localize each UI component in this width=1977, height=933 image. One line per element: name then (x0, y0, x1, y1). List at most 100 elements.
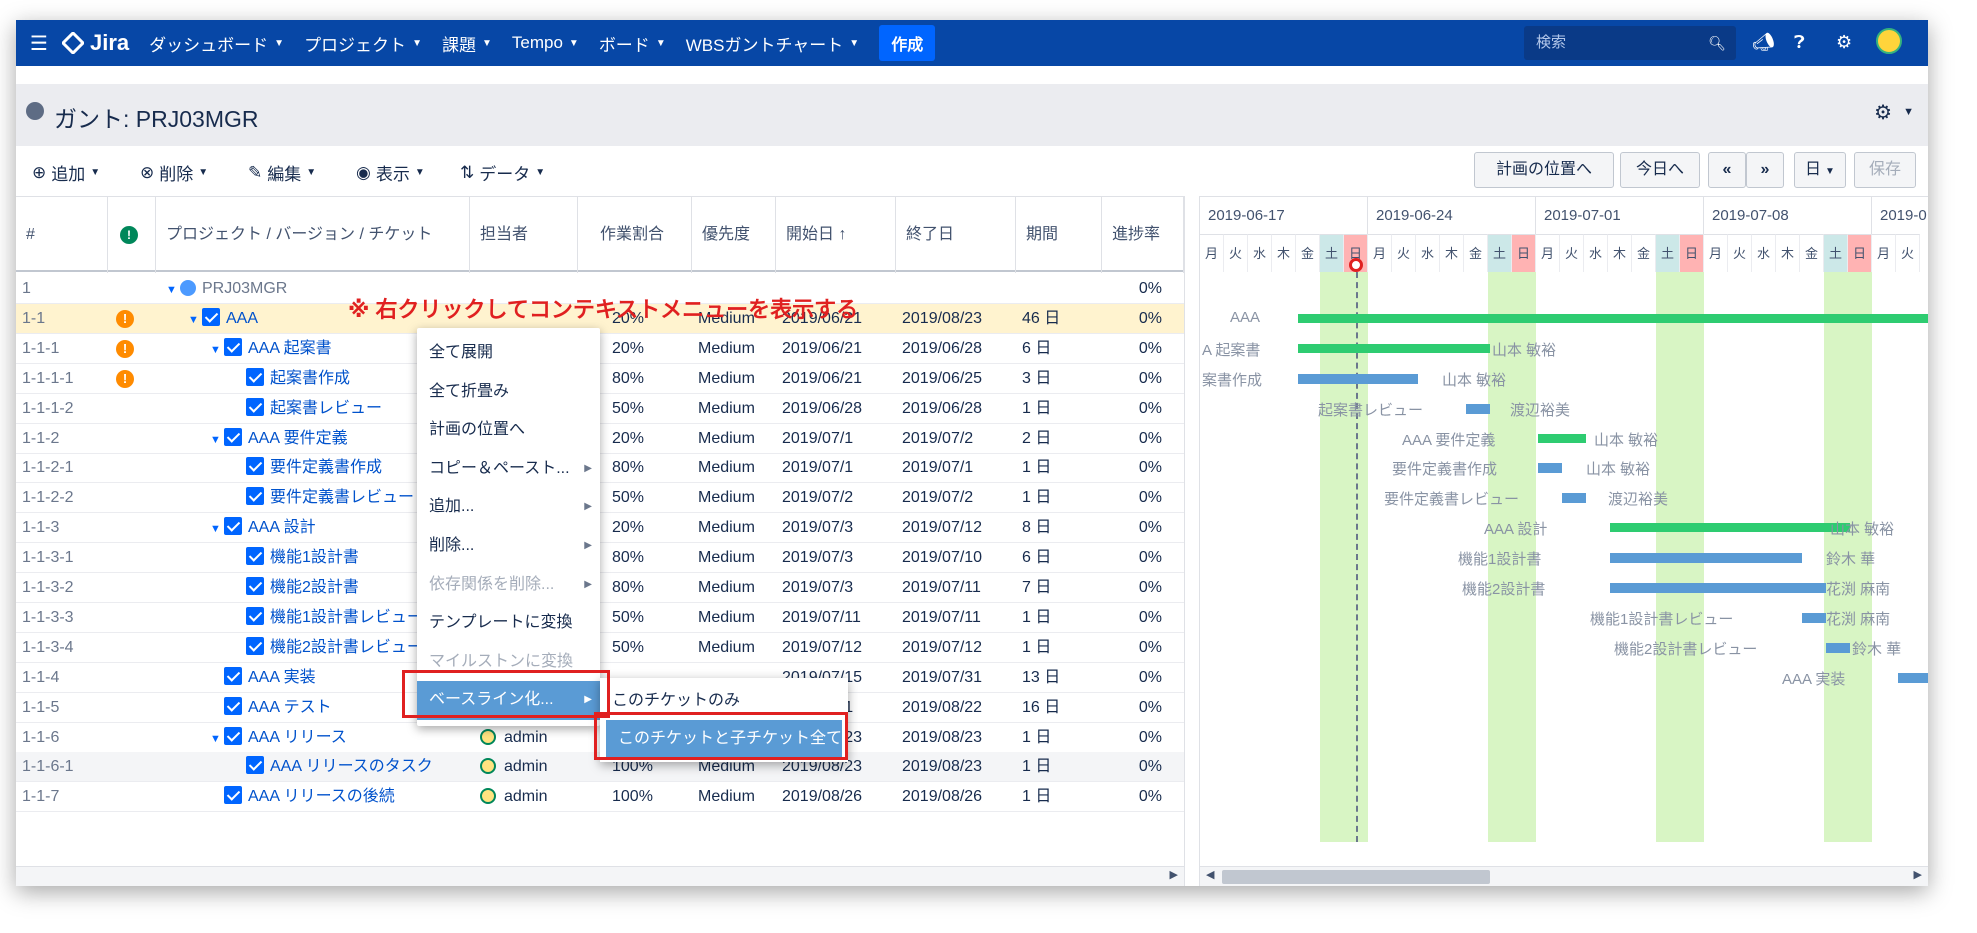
add-menu-button[interactable]: ⊕ 追加 ▼ (32, 160, 100, 185)
row-progress[interactable]: 0% (1102, 663, 1162, 693)
megaphone-icon[interactable]: 📣︎ (1752, 32, 1775, 53)
row-priority[interactable]: Medium (698, 334, 778, 364)
scroll-left-icon[interactable]: ◀ (1206, 868, 1214, 881)
grid-gantt-splitter[interactable] (1184, 196, 1200, 886)
row-start-date[interactable]: 2019/06/28 (782, 394, 896, 424)
table-row[interactable]: 1-1-2-1 要件定義書作成 80% Medium 2019/07/1 2019/07/… (16, 453, 1184, 484)
task-checkbox-icon[interactable] (246, 397, 264, 416)
row-progress[interactable]: 0% (1102, 513, 1162, 543)
row-duration[interactable]: 3 日 (1022, 364, 1102, 394)
row-title[interactable]: PRJ03MGR (202, 280, 287, 297)
task-checkbox-icon[interactable] (246, 367, 264, 386)
task-checkbox-icon[interactable] (224, 666, 242, 685)
table-row[interactable]: 1-1-1! ▼ AAA 起案書 20% Medium 2019/06/21 2019/06… (16, 334, 1184, 364)
row-progress[interactable]: 0% (1102, 424, 1162, 454)
row-duration[interactable]: 1 日 (1022, 752, 1102, 782)
row-title-cell[interactable]: ▼ AAA リリース (210, 723, 466, 753)
row-end-date[interactable]: 2019/07/10 (902, 543, 1016, 573)
row-title[interactable]: AAA リリースのタスク (270, 758, 433, 775)
row-duration[interactable] (1022, 274, 1102, 304)
row-end-date[interactable]: 2019/07/11 (902, 573, 1016, 603)
row-end-date[interactable]: 2019/07/12 (902, 633, 1016, 663)
row-title[interactable]: 起案書レビュー (270, 400, 382, 417)
task-checkbox-icon[interactable] (224, 726, 242, 745)
row-progress[interactable]: 0% (1102, 633, 1162, 663)
row-end-date[interactable]: 2019/07/2 (902, 424, 1016, 454)
row-title[interactable]: 要件定義書作成 (270, 459, 382, 476)
search-input[interactable]: 検索 🔍︎ (1524, 26, 1736, 60)
row-title[interactable]: AAA 要件定義 (248, 430, 348, 447)
task-checkbox-icon[interactable] (202, 307, 220, 326)
scroll-right-icon[interactable]: ▶ (1170, 868, 1178, 881)
gantt-summary-bar[interactable] (1610, 523, 1850, 533)
col-work-ratio[interactable]: 作業割合 (578, 197, 692, 273)
row-progress[interactable]: 0% (1102, 334, 1162, 364)
row-start-date[interactable]: 2019/07/1 (782, 424, 896, 454)
delete-menu-button[interactable]: ⊗ 削除 ▼ (140, 160, 208, 185)
row-end-date[interactable]: 2019/06/25 (902, 364, 1016, 394)
col-assignee[interactable]: 担当者 (470, 197, 578, 273)
gantt-task-bar[interactable] (1466, 403, 1490, 414)
row-start-date[interactable]: 2019/07/11 (782, 603, 896, 633)
row-duration[interactable]: 1 日 (1022, 633, 1102, 663)
row-end-date[interactable]: 2019/08/23 (902, 304, 1016, 334)
row-work-ratio[interactable]: 80% (612, 453, 692, 483)
task-checkbox-icon[interactable] (246, 756, 264, 775)
grid-horizontal-scrollbar[interactable]: ▶ (16, 866, 1184, 886)
settings-gear-icon[interactable]: ⚙ (1836, 32, 1852, 53)
row-priority[interactable]: Medium (698, 543, 778, 573)
table-row[interactable]: 1-1-1-2 起案書レビュー 50% Medium 2019/06/28 2019/06… (16, 394, 1184, 424)
row-start-date[interactable]: 2019/07/2 (782, 483, 896, 513)
chevron-down-icon[interactable]: ▼ (1903, 106, 1914, 118)
row-work-ratio[interactable]: 50% (612, 394, 692, 424)
row-work-ratio[interactable]: 50% (612, 483, 692, 513)
row-start-date[interactable]: 2019/06/21 (782, 364, 896, 394)
help-icon[interactable]: ❓︎ (1794, 32, 1805, 53)
col-progress[interactable]: 進捗率 (1102, 197, 1184, 273)
row-end-date[interactable]: 2019/07/1 (902, 453, 1016, 483)
task-checkbox-icon[interactable] (224, 337, 242, 356)
row-priority[interactable]: Medium (698, 573, 778, 603)
nav-tempo[interactable]: Tempo ▼ (512, 33, 579, 53)
table-row[interactable]: 1-1-3-2 機能2設計書 80% Medium 2019/07/3 2019/07/1… (16, 573, 1184, 603)
row-start-date[interactable]: 2019/07/3 (782, 513, 896, 543)
expand-toggle-icon[interactable]: ▼ (210, 336, 224, 364)
row-priority[interactable]: Medium (698, 513, 778, 543)
table-row[interactable]: 1-1-3-3 機能1設計書レビュー 50% Medium 2019/07/11 2019… (16, 603, 1184, 633)
gantt-summary-bar[interactable] (1538, 433, 1586, 443)
row-title[interactable]: 要件定義書レビュー (270, 489, 414, 506)
table-row[interactable]: 1-1-2 ▼ AAA 要件定義 20% Medium 2019/07/1 2019/07/… (16, 424, 1184, 454)
row-title-cell[interactable]: AAA リリースのタスク (232, 752, 466, 782)
row-priority[interactable]: Medium (698, 782, 778, 812)
row-end-date[interactable] (902, 274, 1016, 304)
row-end-date[interactable]: 2019/07/31 (902, 663, 1016, 693)
row-duration[interactable]: 7 日 (1022, 573, 1102, 603)
gantt-horizontal-scrollbar[interactable]: ◀ ▶ (1200, 866, 1928, 886)
user-avatar[interactable] (1876, 28, 1902, 59)
nav-wbs-gantt[interactable]: WBSガントチャート ▼ (686, 31, 859, 56)
row-priority[interactable]: Medium (698, 483, 778, 513)
row-end-date[interactable]: 2019/07/2 (902, 483, 1016, 513)
row-duration[interactable]: 8 日 (1022, 513, 1102, 543)
row-progress[interactable]: 0% (1102, 543, 1162, 573)
gear-icon[interactable]: ⚙ (1874, 100, 1892, 125)
row-progress[interactable]: 0% (1102, 782, 1162, 812)
row-end-date[interactable]: 2019/07/11 (902, 603, 1016, 633)
row-title-cell[interactable]: AAA リリースの後続 (210, 782, 466, 812)
row-title[interactable]: AAA リリースの後続 (248, 788, 395, 805)
row-start-date[interactable]: 2019/07/3 (782, 543, 896, 573)
row-duration[interactable]: 6 日 (1022, 543, 1102, 573)
row-end-date[interactable]: 2019/08/23 (902, 752, 1016, 782)
gantt-task-bar[interactable] (1610, 553, 1802, 564)
expand-toggle-icon[interactable]: ▼ (166, 276, 180, 304)
menu-collapse-all[interactable]: 全て折畳み (417, 373, 600, 412)
col-start-date[interactable]: 開始日 ↑ (776, 197, 896, 273)
col-number[interactable]: # (16, 197, 108, 273)
today-button[interactable]: 今日へ (1620, 152, 1700, 188)
row-progress[interactable]: 0% (1102, 304, 1162, 334)
menu-add[interactable]: 追加... ▶ (417, 488, 600, 527)
gantt-task-bar[interactable] (1826, 642, 1850, 653)
row-title[interactable]: 機能2設計書 (270, 579, 359, 596)
table-row[interactable]: 1-1-3 ▼ AAA 設計 20% Medium 2019/07/3 2019/07/12… (16, 513, 1184, 544)
expand-toggle-icon[interactable]: ▼ (210, 725, 224, 753)
